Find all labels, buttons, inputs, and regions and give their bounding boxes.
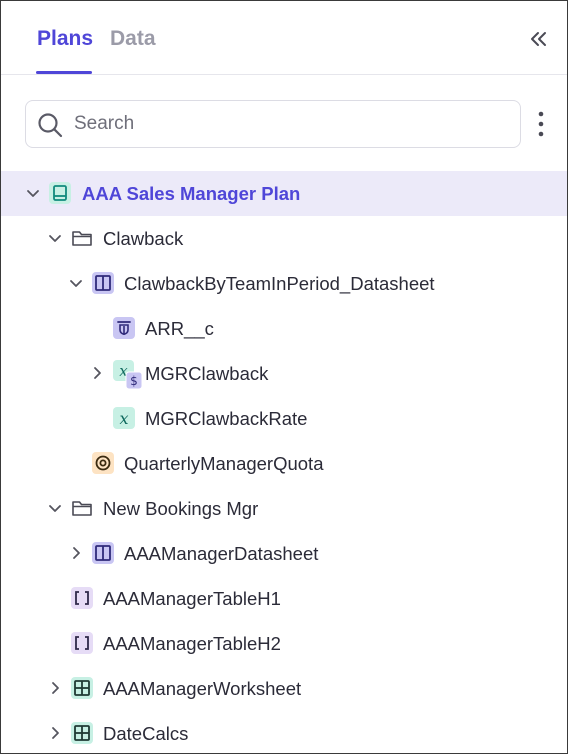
chevron-down-icon[interactable] xyxy=(68,275,84,291)
tree-item-quarterly-manager-quota[interactable]: QuarterlyManagerQuota xyxy=(1,441,567,486)
tree-item-label: AAA Sales Manager Plan xyxy=(82,183,301,204)
tab-plans[interactable]: Plans xyxy=(37,27,93,51)
chevron-down-icon[interactable] xyxy=(25,185,41,201)
target-icon xyxy=(92,452,114,474)
tree-item-aaa-sales-manager-plan[interactable]: AAA Sales Manager Plan xyxy=(1,171,567,216)
chevron-down-icon[interactable] xyxy=(47,230,63,246)
bracket-table-icon xyxy=(71,632,93,654)
tree-item-label: DateCalcs xyxy=(103,723,189,744)
chevron-right-icon[interactable] xyxy=(89,365,105,381)
formula-icon: x xyxy=(113,407,135,429)
tree-item-label: AAAManagerTableH1 xyxy=(103,588,281,609)
more-options-icon[interactable] xyxy=(533,109,549,139)
tree-item-label: AAAManagerTableH2 xyxy=(103,633,281,654)
tree-item-mgr-clawback[interactable]: x $ MGRClawback xyxy=(1,351,567,396)
chevron-right-icon[interactable] xyxy=(47,680,63,696)
tree-item-label: ARR__c xyxy=(145,318,214,339)
collapse-panel-icon[interactable] xyxy=(527,27,549,51)
tab-bar: Plans Data xyxy=(1,1,567,75)
tree-item-label: AAAManagerWorksheet xyxy=(103,678,302,699)
tree-item-clawback-datasheet[interactable]: ClawbackByTeamInPeriod_Datasheet xyxy=(1,261,567,306)
search-box xyxy=(25,100,521,148)
tree-item-datecalcs[interactable]: DateCalcs xyxy=(1,711,567,753)
tree-item-aaa-manager-table-h2[interactable]: AAAManagerTableH2 xyxy=(1,621,567,666)
worksheet-icon xyxy=(71,722,93,744)
tree-item-label: AAAManagerDatasheet xyxy=(124,543,319,564)
tab-data[interactable]: Data xyxy=(110,27,156,51)
tree-item-aaa-manager-worksheet[interactable]: AAAManagerWorksheet xyxy=(1,666,567,711)
plans-panel: Plans Data AAA Sales Manager Plan xyxy=(0,0,568,754)
folder-icon xyxy=(72,501,92,516)
tree-item-new-bookings-mgr[interactable]: New Bookings Mgr xyxy=(1,486,567,531)
tree-item-mgr-clawback-rate[interactable]: x MGRClawbackRate xyxy=(1,396,567,441)
tree-item-label: Clawback xyxy=(103,228,184,249)
datasheet-icon xyxy=(92,272,114,294)
worksheet-icon xyxy=(71,677,93,699)
chevron-down-icon[interactable] xyxy=(47,500,63,516)
tree-item-label: MGRClawback xyxy=(145,363,269,384)
tree-item-label: QuarterlyManagerQuota xyxy=(124,453,324,474)
chevron-right-icon[interactable] xyxy=(47,725,63,741)
tree-item-label: New Bookings Mgr xyxy=(103,498,259,519)
bracket-table-icon xyxy=(71,587,93,609)
tree-item-label: MGRClawbackRate xyxy=(145,408,308,429)
svg-text:$: $ xyxy=(130,374,138,388)
tree-item-arr-c[interactable]: ARR__c xyxy=(1,306,567,351)
chevron-right-icon[interactable] xyxy=(68,545,84,561)
svg-text:x: x xyxy=(119,409,128,428)
tree-item-clawback[interactable]: Clawback xyxy=(1,216,567,261)
datasheet-icon xyxy=(92,542,114,564)
active-tab-indicator xyxy=(36,71,92,74)
formula-currency-icon: x $ xyxy=(113,360,143,390)
tree-item-aaa-manager-datasheet[interactable]: AAAManagerDatasheet xyxy=(1,531,567,576)
tree-item-aaa-manager-table-h1[interactable]: AAAManagerTableH1 xyxy=(1,576,567,621)
search-icon xyxy=(38,113,63,138)
book-icon xyxy=(49,182,71,204)
folder-icon xyxy=(72,231,92,246)
search-input[interactable] xyxy=(74,109,504,139)
tree-item-label: ClawbackByTeamInPeriod_Datasheet xyxy=(124,273,435,294)
field-icon xyxy=(113,317,135,339)
